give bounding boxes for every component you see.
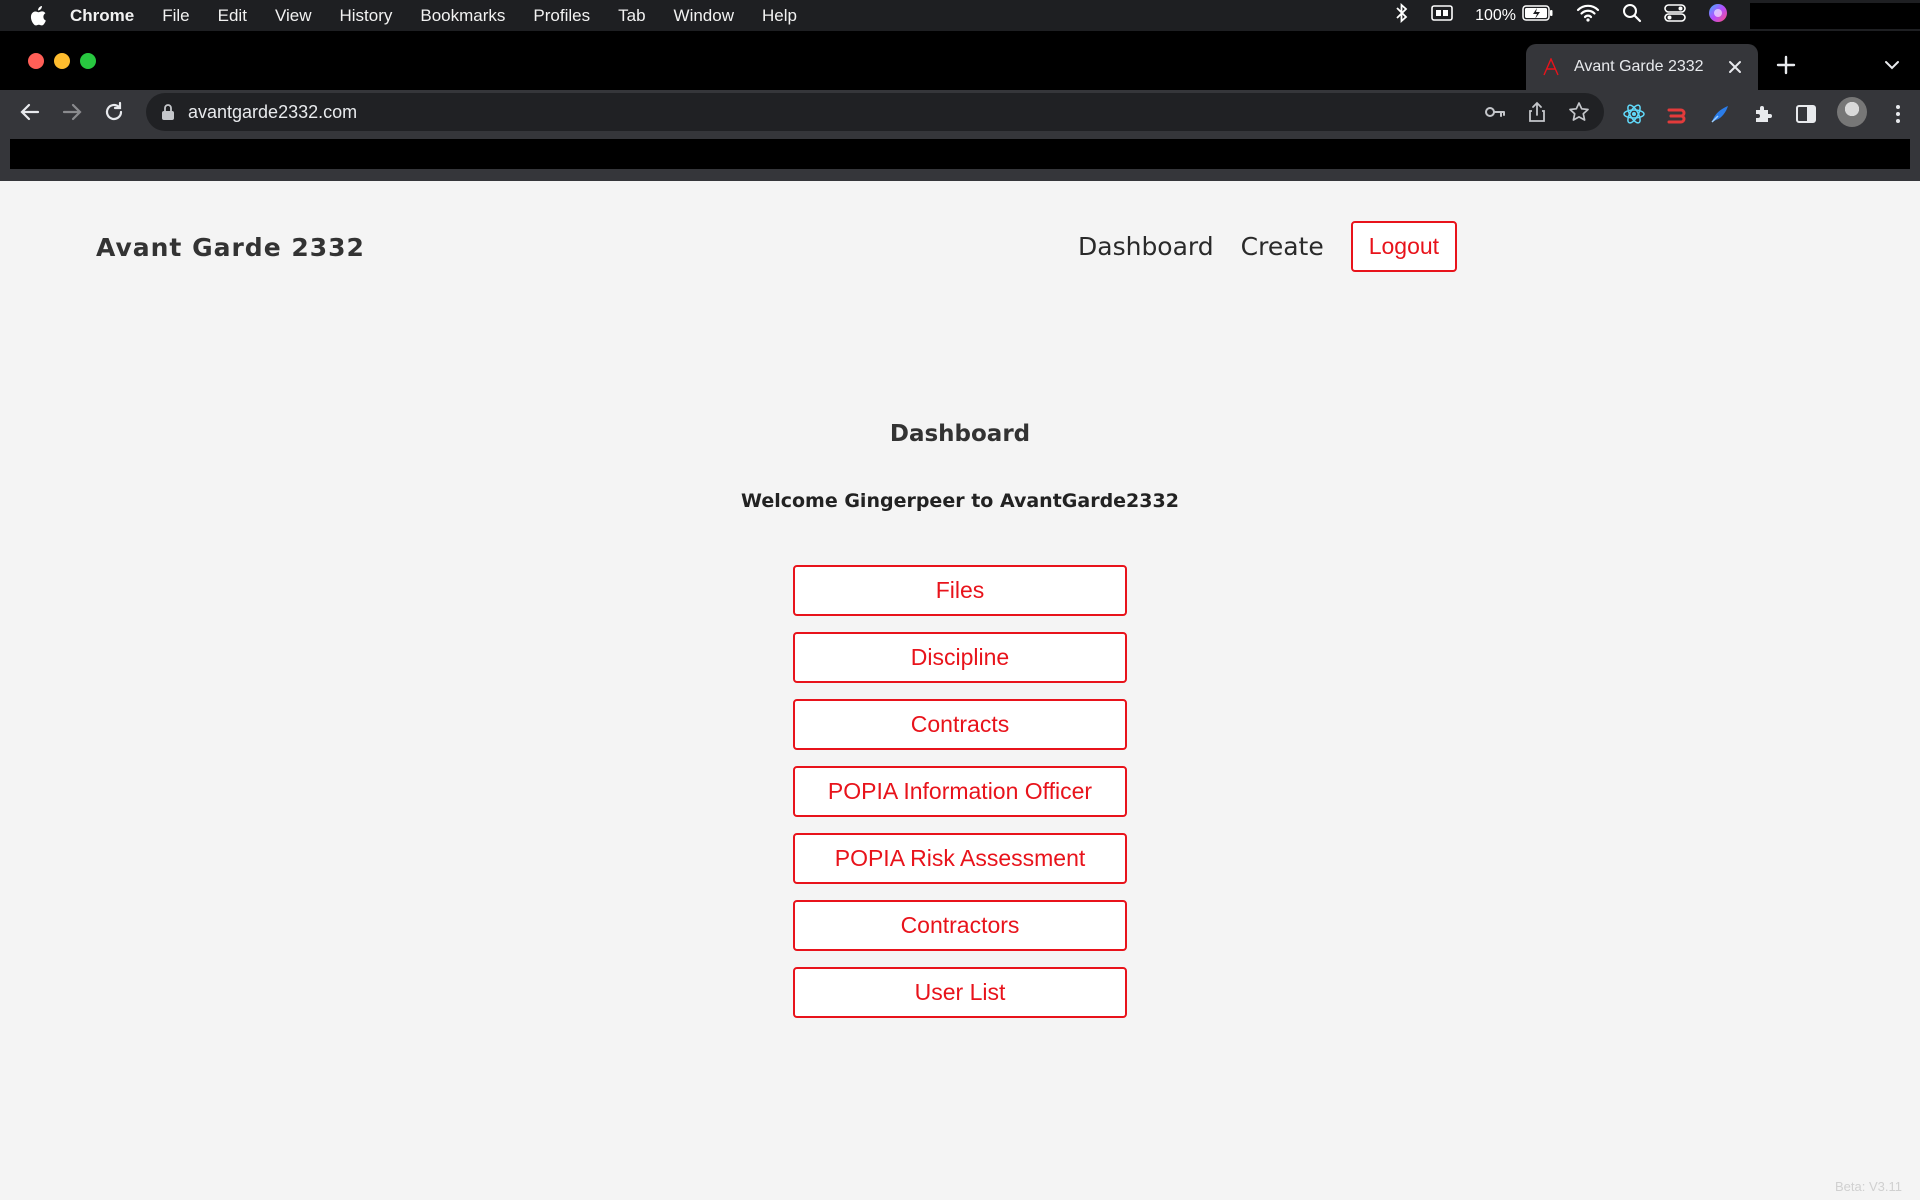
chrome-menu-kebab-icon[interactable]: [1886, 102, 1910, 126]
site-brand[interactable]: Avant Garde 2332: [96, 233, 365, 262]
discipline-button[interactable]: Discipline: [793, 632, 1127, 683]
browser-tab-active[interactable]: Avant Garde 2332: [1526, 44, 1758, 90]
control-center-icon[interactable]: [1664, 3, 1686, 28]
spotlight-search-icon[interactable]: [1622, 3, 1642, 28]
contractors-button[interactable]: Contractors: [793, 900, 1127, 951]
files-button[interactable]: Files: [793, 565, 1127, 616]
menu-window[interactable]: Window: [674, 6, 734, 26]
page-title: Dashboard: [889, 421, 1031, 447]
macos-menubar: Chrome File Edit View History Bookmarks …: [0, 0, 1920, 31]
share-icon[interactable]: [1526, 101, 1548, 123]
web-page: Avant Garde 2332 Dashboard Create Logout…: [0, 181, 1920, 1200]
tab-title: Avant Garde 2332: [1574, 58, 1704, 75]
profile-avatar[interactable]: [1837, 97, 1867, 127]
menu-help[interactable]: Help: [762, 6, 797, 26]
site-nav: Dashboard Create Logout: [1078, 221, 1458, 272]
dashboard-buttons: Files Discipline Contracts POPIA Informa…: [793, 565, 1127, 1034]
window-close-button[interactable]: [28, 53, 44, 69]
bookmarks-redacted-block: [10, 139, 1910, 169]
menu-bookmarks[interactable]: Bookmarks: [420, 6, 505, 26]
battery-percent: 100%: [1475, 6, 1516, 24]
extensions-area: [1622, 97, 1920, 127]
bookmark-star-icon[interactable]: [1568, 101, 1590, 123]
browser-tab-strip: Avant Garde 2332: [0, 31, 1920, 90]
redacted-block: [1750, 2, 1920, 29]
react-devtools-icon[interactable]: [1622, 102, 1646, 126]
bluetooth-icon[interactable]: [1395, 2, 1409, 28]
lock-icon[interactable]: [160, 103, 176, 121]
siri-icon[interactable]: [1708, 3, 1728, 28]
tab-close-icon[interactable]: [1726, 58, 1744, 76]
omnibox-actions: [1464, 101, 1590, 123]
menu-view[interactable]: View: [275, 6, 312, 26]
version-label: Beta: V3.11: [1835, 1179, 1902, 1194]
menu-profiles[interactable]: Profiles: [533, 6, 590, 26]
bookmarks-bar: [0, 135, 1920, 181]
site-favicon-icon: [1542, 58, 1560, 76]
reload-icon[interactable]: [102, 100, 126, 124]
new-tab-plus-icon[interactable]: [1774, 53, 1798, 77]
popia-risk-assessment-button[interactable]: POPIA Risk Assessment: [793, 833, 1127, 884]
side-panel-icon[interactable]: [1794, 102, 1818, 126]
window-zoom-button[interactable]: [80, 53, 96, 69]
password-key-icon[interactable]: [1484, 101, 1506, 123]
redux-devtools-icon[interactable]: [1665, 102, 1689, 126]
browser-toolbar: avantgarde2332.com: [0, 90, 1920, 135]
menu-tab[interactable]: Tab: [618, 6, 645, 26]
menu-edit[interactable]: Edit: [218, 6, 247, 26]
welcome-message: Welcome Gingerpeer to AvantGarde2332: [741, 490, 1179, 512]
logout-button[interactable]: Logout: [1350, 221, 1458, 272]
menu-file[interactable]: File: [162, 6, 189, 26]
battery-icon[interactable]: [1522, 5, 1554, 26]
wifi-icon[interactable]: [1576, 4, 1600, 27]
keyboard-input-icon[interactable]: [1431, 4, 1453, 27]
popia-information-officer-button[interactable]: POPIA Information Officer: [793, 766, 1127, 817]
tab-search-chevron-down-icon[interactable]: [1882, 55, 1902, 75]
user-list-button[interactable]: User List: [793, 967, 1127, 1018]
nav-create-link[interactable]: Create: [1241, 232, 1324, 261]
puzzle-extensions-icon[interactable]: [1751, 102, 1775, 126]
menu-app-name[interactable]: Chrome: [70, 6, 134, 26]
pen-extension-icon[interactable]: [1708, 102, 1732, 126]
menu-history[interactable]: History: [339, 6, 392, 26]
apple-logo-icon[interactable]: [26, 5, 48, 27]
address-bar[interactable]: avantgarde2332.com: [146, 93, 1604, 131]
url-text[interactable]: avantgarde2332.com: [188, 102, 357, 123]
contracts-button[interactable]: Contracts: [793, 699, 1127, 750]
status-area: 100%: [1395, 0, 1920, 31]
forward-arrow-icon[interactable]: [60, 100, 84, 124]
nav-dashboard-link[interactable]: Dashboard: [1078, 232, 1214, 261]
back-arrow-icon[interactable]: [18, 100, 42, 124]
window-minimize-button[interactable]: [54, 53, 70, 69]
